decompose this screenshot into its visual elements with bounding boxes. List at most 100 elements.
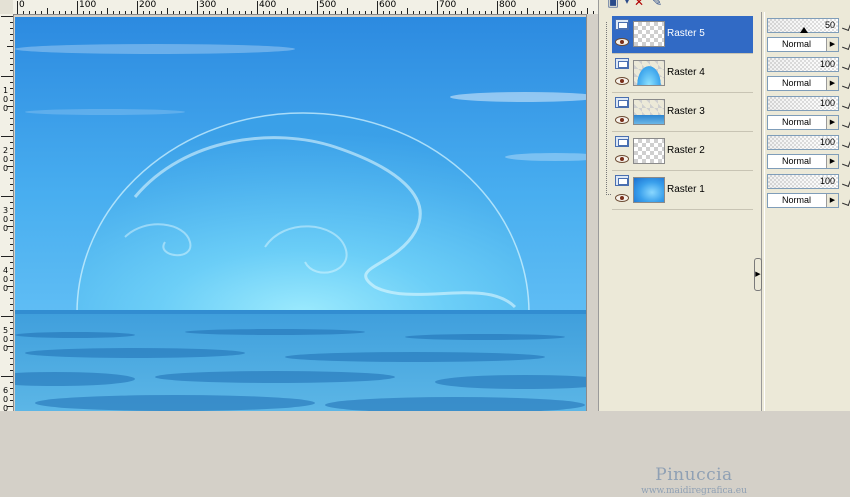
ruler-tick (10, 250, 13, 251)
link-icon[interactable] (842, 139, 850, 148)
opacity-value: 100 (819, 59, 835, 69)
visibility-eye-icon[interactable] (615, 155, 629, 163)
ruler-tick (59, 11, 60, 14)
ruler-label: 0 (2, 215, 9, 224)
ruler-tick (10, 160, 13, 161)
visibility-eye-icon[interactable] (615, 77, 629, 85)
link-icon[interactable] (842, 22, 850, 31)
ruler-tick (155, 11, 156, 14)
visibility-eye-icon[interactable] (615, 116, 629, 124)
link-icon[interactable] (842, 158, 850, 167)
opacity-slider[interactable]: 100 (767, 57, 839, 72)
layers-toolbar: ▣ ▾ ✕ ✎ (599, 0, 850, 12)
ruler-tick (485, 11, 486, 14)
ruler-label: 1 (2, 86, 9, 95)
ruler-tick (413, 11, 414, 14)
raster-layer-icon (615, 136, 629, 147)
blend-mode-select[interactable]: Normal ▶ (767, 115, 839, 130)
ruler-tick (77, 1, 78, 14)
chevron-right-icon[interactable]: ▶ (826, 77, 838, 90)
ruler-tick (10, 58, 13, 59)
ruler-tick (533, 11, 534, 14)
blend-mode-value: Normal (782, 195, 812, 205)
link-icon[interactable] (842, 197, 850, 206)
horizontal-ruler: 0 100 200 300 400 500 600 700 800 900 (13, 0, 598, 15)
link-icon[interactable] (842, 61, 850, 70)
link-icon[interactable] (842, 80, 850, 89)
blend-mode-select[interactable]: Normal ▶ (767, 154, 839, 169)
watermark-url: www.maidiregrafica.eu (641, 486, 747, 496)
ruler-label: 600 (379, 0, 397, 10)
ruler-label: 200 (139, 0, 157, 10)
ruler-label: 0 (2, 275, 9, 284)
ruler-tick (10, 40, 13, 41)
ruler-tick (305, 11, 306, 14)
ruler-tick (10, 304, 13, 305)
ruler-tick (10, 394, 13, 395)
link-icon[interactable] (842, 41, 850, 50)
ruler-tick (191, 11, 192, 14)
chevron-right-icon[interactable]: ▶ (826, 194, 838, 207)
layer-thumbnail (633, 21, 665, 47)
layer-properties: 100 Normal ▶ (767, 174, 850, 208)
ruler-tick (10, 22, 13, 23)
ruler-tick (203, 11, 204, 14)
delete-layer-icon[interactable]: ✕ (631, 0, 647, 10)
image-canvas-window: 0 100 200 300 400 500 600 700 800 900 10020030040… (0, 0, 599, 411)
link-icon[interactable] (842, 178, 850, 187)
ruler-tick (10, 310, 13, 311)
blend-mode-select[interactable]: Normal ▶ (767, 76, 839, 91)
ruler-label: 500 (319, 0, 337, 10)
opacity-slider[interactable]: 100 (767, 96, 839, 111)
opacity-slider[interactable]: 50 (767, 18, 839, 33)
blend-mode-value: Normal (782, 78, 812, 88)
ruler-tick (1, 136, 13, 137)
ruler-label: 0 (2, 155, 9, 164)
chevron-right-icon[interactable]: ▶ (826, 155, 838, 168)
ruler-tick (377, 1, 378, 14)
layer-row[interactable]: Raster 2 (612, 133, 753, 171)
ruler-tick (10, 52, 13, 53)
chevron-right-icon[interactable]: ▶ (826, 116, 838, 129)
blend-mode-select[interactable]: Normal ▶ (767, 193, 839, 208)
blend-mode-select[interactable]: Normal ▶ (767, 37, 839, 52)
watermark: Pinuccia www.maidiregrafica.eu (624, 465, 764, 497)
link-icon[interactable] (842, 119, 850, 128)
layer-row[interactable]: Raster 1 (612, 172, 753, 210)
ruler-tick (173, 11, 174, 14)
properties-icon[interactable]: ✎ (649, 0, 665, 10)
ruler-label: 5 (2, 326, 9, 335)
link-icon[interactable] (842, 100, 850, 109)
ruler-tick (10, 388, 13, 389)
visibility-eye-icon[interactable] (615, 38, 629, 46)
ruler-label: 0 (2, 335, 9, 344)
ruler-tick (101, 11, 102, 14)
image-canvas[interactable] (15, 17, 586, 411)
chevron-right-icon[interactable]: ▶ (826, 38, 838, 51)
ruler-label: 0 (2, 95, 9, 104)
ruler-tick (575, 11, 576, 14)
layer-row[interactable]: Raster 3 (612, 94, 753, 132)
opacity-slider[interactable]: 100 (767, 135, 839, 150)
ruler-tick (491, 11, 492, 14)
ruler-tick (1, 16, 13, 17)
layer-row[interactable]: Raster 4 (612, 55, 753, 93)
ruler-tick (10, 238, 13, 239)
layer-row[interactable]: Raster 5 (612, 16, 753, 54)
opacity-marker[interactable] (800, 27, 808, 33)
ruler-tick (479, 11, 480, 14)
ruler-tick (7, 46, 13, 47)
ruler-tick (125, 11, 126, 14)
raster-layer-icon (615, 175, 629, 186)
collapse-handle[interactable]: ▶ (754, 258, 762, 291)
visibility-eye-icon[interactable] (615, 194, 629, 202)
ruler-tick (10, 274, 13, 275)
ruler-tick (10, 262, 13, 263)
ruler-tick (365, 11, 366, 14)
ruler-tick (10, 184, 13, 185)
blend-mode-value: Normal (782, 117, 812, 127)
ruler-tick (227, 8, 228, 14)
opacity-slider[interactable]: 100 (767, 174, 839, 189)
ruler-tick (10, 100, 13, 101)
ruler-tick (10, 28, 13, 29)
